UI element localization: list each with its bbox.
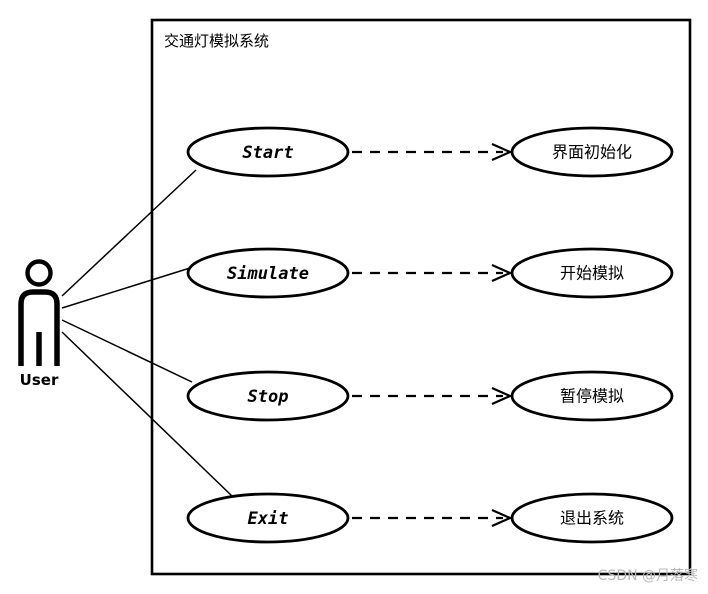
actor-user[interactable]: User bbox=[18, 259, 60, 390]
actor-use-cases-group: Start Simulate Stop Exit bbox=[186, 126, 350, 544]
actor-body-icon bbox=[18, 289, 60, 366]
diagram-svg-surface: 交通灯模拟系统 User Start Simulate Stop Exit 界面… bbox=[18, 18, 698, 584]
use-case-start-label: Start bbox=[242, 143, 293, 163]
association-lines-group bbox=[61, 169, 233, 497]
watermark-label: CSDN @月落寒 bbox=[598, 567, 698, 584]
system-use-cases-group: 界面初始化 开始模拟 暂停模拟 退出系统 bbox=[510, 126, 674, 544]
use-case-exit-system-label: 退出系统 bbox=[560, 509, 624, 528]
use-case-stop[interactable]: Stop bbox=[186, 370, 350, 422]
use-case-exit-label: Exit bbox=[248, 509, 289, 529]
system-boundary-title: 交通灯模拟系统 bbox=[164, 32, 269, 50]
actor-head-icon bbox=[25, 259, 53, 287]
use-case-stop-label: Stop bbox=[248, 387, 289, 407]
use-case-start[interactable]: Start bbox=[186, 126, 350, 178]
dependency-arrows-group bbox=[352, 142, 513, 528]
association-line-user-exit bbox=[61, 331, 233, 497]
actor-label: User bbox=[20, 371, 59, 389]
use-case-pause-simulation[interactable]: 暂停模拟 bbox=[510, 370, 674, 422]
use-case-simulate[interactable]: Simulate bbox=[186, 247, 350, 299]
use-case-simulate-label: Simulate bbox=[227, 264, 309, 284]
association-line-user-start bbox=[61, 169, 197, 297]
use-case-diagram-canvas: 交通灯模拟系统 User Start Simulate Stop Exit 界面… bbox=[0, 0, 708, 594]
use-case-pause-simulation-label: 暂停模拟 bbox=[560, 387, 624, 406]
use-case-exit[interactable]: Exit bbox=[186, 492, 350, 544]
use-case-exit-system[interactable]: 退出系统 bbox=[510, 492, 674, 544]
use-case-start-simulation-label: 开始模拟 bbox=[560, 264, 624, 283]
use-case-interface-init-label: 界面初始化 bbox=[552, 143, 632, 162]
use-case-interface-init[interactable]: 界面初始化 bbox=[510, 126, 674, 178]
use-case-start-simulation[interactable]: 开始模拟 bbox=[510, 247, 674, 299]
association-line-user-simulate bbox=[61, 267, 191, 309]
